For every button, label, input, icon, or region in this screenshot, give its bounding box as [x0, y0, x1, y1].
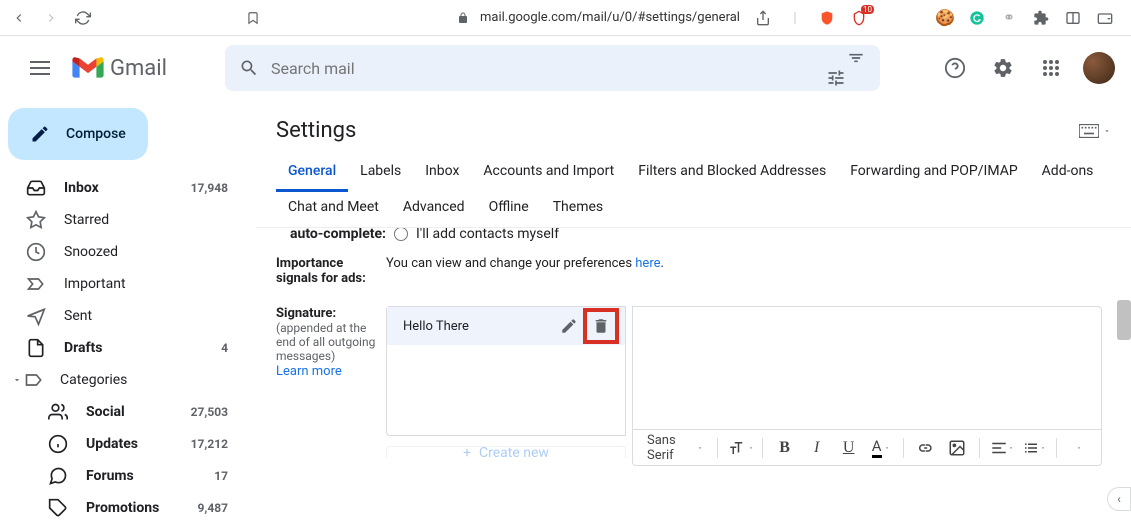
url-text[interactable]: mail.google.com/mail/u/0/#settings/gener… [480, 10, 740, 25]
sidebar-item-sent[interactable]: Sent [0, 300, 240, 332]
panel-icon[interactable] [1064, 9, 1082, 27]
search-bar[interactable] [225, 45, 880, 91]
tab-forwarding[interactable]: Forwarding and POP/IMAP [838, 153, 1029, 191]
signature-toolbar: Sans Serif B I U A [633, 429, 1101, 465]
wallet-icon[interactable] [1096, 9, 1114, 27]
settings-panel: Settings General Labels Inbox Accounts a… [256, 100, 1131, 531]
send-icon [26, 306, 46, 326]
font-size-button[interactable] [726, 434, 754, 462]
app-header: Gmail [0, 36, 1131, 100]
sidebar-item-categories[interactable]: Categories [0, 364, 256, 396]
settings-button[interactable] [983, 48, 1023, 88]
back-icon[interactable] [10, 9, 28, 27]
italic-button[interactable]: I [803, 434, 831, 462]
info-icon [48, 434, 68, 454]
people-icon [48, 402, 68, 422]
importance-link[interactable]: here [635, 256, 660, 271]
forum-icon [48, 466, 68, 486]
bold-button[interactable]: B [771, 434, 799, 462]
sidebar-category-promotions[interactable]: Promotions 9,487 [0, 492, 240, 524]
tab-advanced[interactable]: Advanced [391, 191, 477, 227]
main-menu-button[interactable] [16, 44, 64, 92]
link-button[interactable] [911, 434, 939, 462]
importance-label: Importance signals for ads: [276, 256, 386, 286]
important-icon [26, 274, 46, 294]
shield-icon[interactable] [850, 9, 868, 27]
cookie-ext-icon[interactable]: 🍪 [936, 9, 954, 27]
settings-tabs: General Labels Inbox Accounts and Import… [256, 153, 1131, 228]
share-icon[interactable] [754, 9, 772, 27]
sidebar-item-important[interactable]: Important [0, 268, 240, 300]
tab-offline[interactable]: Offline [477, 191, 541, 227]
browser-toolbar: mail.google.com/mail/u/0/#settings/gener… [0, 0, 1131, 36]
delete-signature-button[interactable] [585, 310, 617, 342]
lock-icon [454, 9, 472, 27]
scrollbar-thumb[interactable] [1117, 300, 1131, 340]
signature-item[interactable]: Hello There [387, 307, 625, 345]
tag-icon [48, 498, 68, 518]
divider: | [786, 9, 804, 27]
sidebar: Compose Inbox 17,948 Starred Snoozed Imp… [0, 100, 256, 531]
chevron-down-icon [10, 370, 24, 390]
inbox-icon [26, 178, 46, 198]
sidebar-item-drafts[interactable]: Drafts 4 [0, 332, 240, 364]
importance-text: You can view and change your preferences… [386, 256, 1111, 286]
edit-signature-button[interactable] [553, 310, 585, 342]
clock-icon [26, 242, 46, 262]
tab-accounts[interactable]: Accounts and Import [471, 153, 626, 191]
signature-learn-more[interactable]: Learn more [276, 364, 342, 379]
autocomplete-label: auto-complete: [276, 228, 386, 242]
underline-button[interactable]: U [835, 434, 863, 462]
autocomplete-radio[interactable] [394, 228, 408, 241]
sidebar-category-social[interactable]: Social 27,503 [0, 396, 240, 428]
tab-general[interactable]: General [276, 153, 348, 192]
compose-label: Compose [66, 126, 126, 142]
bookmark-icon[interactable] [246, 9, 260, 27]
tab-themes[interactable]: Themes [541, 191, 615, 227]
search-options-icon[interactable] [846, 48, 866, 88]
create-signature-button[interactable]: + Create new [386, 446, 626, 458]
extensions-icon[interactable] [1032, 9, 1050, 27]
tab-inbox[interactable]: Inbox [413, 153, 471, 191]
search-icon[interactable] [239, 58, 259, 78]
app-name: Gmail [110, 56, 167, 81]
signature-label: Signature: [276, 306, 386, 321]
grammarly-ext-icon[interactable] [968, 9, 986, 27]
apps-button[interactable] [1031, 48, 1071, 88]
more-formatting-button[interactable] [1065, 434, 1093, 462]
signature-editor[interactable]: Sans Serif B I U A [632, 306, 1102, 466]
font-select[interactable]: Sans Serif [641, 434, 709, 462]
sidebar-item-starred[interactable]: Starred [0, 204, 240, 236]
align-button[interactable] [988, 434, 1016, 462]
tab-chat[interactable]: Chat and Meet [276, 191, 391, 227]
tab-filters[interactable]: Filters and Blocked Addresses [626, 153, 838, 191]
compose-button[interactable]: Compose [8, 108, 148, 160]
search-input[interactable] [271, 59, 846, 78]
gmail-logo[interactable]: Gmail [72, 56, 167, 81]
image-button[interactable] [943, 434, 971, 462]
star-icon [26, 210, 46, 230]
account-avatar[interactable] [1083, 52, 1115, 84]
sidebar-category-forums[interactable]: Forums 17 [0, 460, 240, 492]
tab-addons[interactable]: Add-ons [1030, 153, 1106, 191]
settings-title: Settings [276, 118, 356, 143]
sidebar-category-updates[interactable]: Updates 17,212 [0, 428, 240, 460]
sidebar-item-inbox[interactable]: Inbox 17,948 [0, 172, 240, 204]
autocomplete-option: I'll add contacts myself [416, 228, 559, 242]
help-button[interactable] [935, 48, 975, 88]
brave-icon[interactable] [818, 9, 836, 27]
signature-help: (appended at the end of all outgoing mes… [276, 321, 386, 363]
file-icon [26, 338, 46, 358]
tab-labels[interactable]: Labels [348, 153, 413, 191]
input-tools-button[interactable] [1079, 124, 1111, 138]
label-icon [24, 370, 44, 390]
text-color-button[interactable]: A [867, 434, 895, 462]
link-ext-icon[interactable]: ⚭ [1000, 9, 1018, 27]
sidebar-item-snoozed[interactable]: Snoozed [0, 236, 240, 268]
side-panel-toggle[interactable]: ‹ [1107, 487, 1131, 511]
signature-list: Hello There [386, 306, 626, 436]
reload-icon[interactable] [74, 9, 92, 27]
forward-icon[interactable] [42, 9, 60, 27]
list-button[interactable] [1020, 434, 1048, 462]
